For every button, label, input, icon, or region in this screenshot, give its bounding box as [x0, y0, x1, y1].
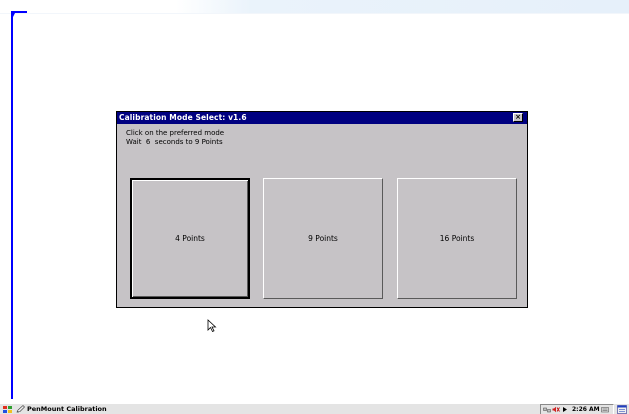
- network-icon[interactable]: [543, 406, 551, 413]
- system-tray: 2:26 AM: [540, 404, 614, 414]
- dialog-title: Calibration Mode Select: v1.6: [119, 113, 247, 122]
- top-band-line: [0, 13, 629, 14]
- taskbar-item-label: PenMount Calibration: [27, 405, 107, 413]
- mode-16-points-button[interactable]: 16 Points: [397, 178, 517, 299]
- start-icon[interactable]: [2, 405, 13, 414]
- countdown-text: Wait 6 seconds to 9 Points: [126, 138, 223, 146]
- dialog-titlebar[interactable]: Calibration Mode Select: v1.6 ×: [117, 112, 527, 124]
- mode-9-points-label: 9 Points: [308, 234, 338, 243]
- close-icon: ×: [515, 113, 521, 121]
- mouse-pointer-icon: [207, 319, 217, 333]
- calibration-dialog: Calibration Mode Select: v1.6 × Click on…: [116, 111, 528, 308]
- taskbar: PenMount Calibration 2:26 AM: [0, 403, 629, 414]
- arrow-icon[interactable]: [561, 406, 569, 413]
- clock[interactable]: 2:26 AM: [572, 406, 600, 413]
- keyboard-icon[interactable]: [600, 406, 609, 413]
- mode-4-points-label: 4 Points: [175, 234, 205, 243]
- instruction-text: Click on the preferred mode: [126, 129, 225, 137]
- close-button[interactable]: ×: [513, 113, 523, 122]
- mode-4-points-button[interactable]: 4 Points: [130, 178, 250, 299]
- taskbar-item-penmount[interactable]: PenMount Calibration: [16, 404, 107, 414]
- top-band: [0, 0, 629, 14]
- pen-icon: [16, 405, 25, 413]
- volume-icon[interactable]: [552, 406, 560, 413]
- mode-9-points-button[interactable]: 9 Points: [263, 178, 383, 299]
- calibration-marker-arrow: [11, 13, 15, 21]
- calibration-marker-vertical: [11, 11, 13, 399]
- mode-16-points-label: 16 Points: [439, 234, 475, 243]
- desktop-icon[interactable]: [617, 405, 627, 414]
